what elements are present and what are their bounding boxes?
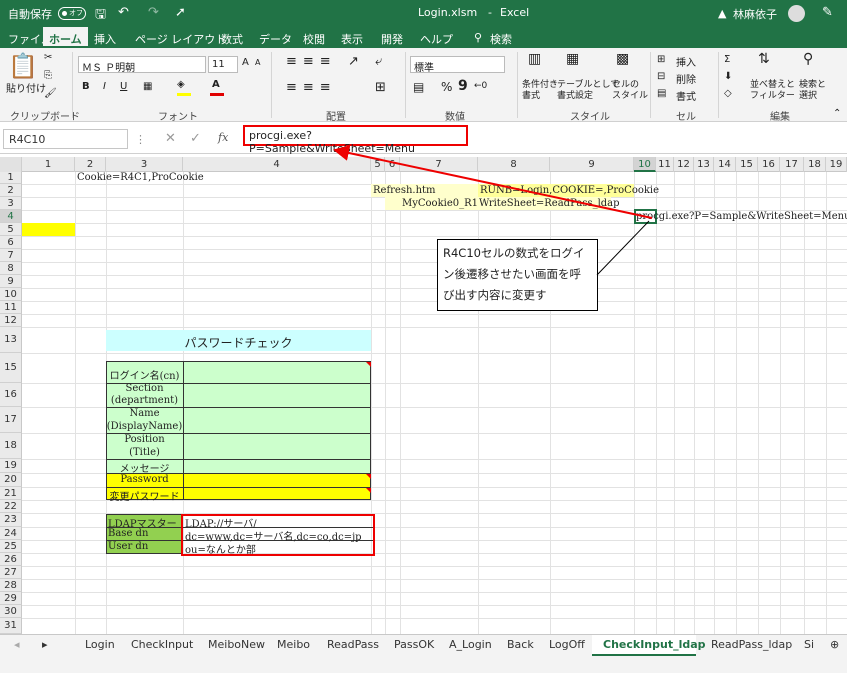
sheet-tab[interactable]: Back [507, 638, 534, 651]
sheet-tab[interactable]: ReadPass [327, 638, 379, 651]
arrow-to-formula [333, 145, 653, 219]
sheet-tab[interactable]: ReadPass_ldap [711, 638, 792, 651]
annotation-arrows [333, 145, 653, 276]
sheet-tab[interactable]: MeiboNew [208, 638, 265, 651]
status-bar [0, 656, 847, 673]
sheet-tab[interactable]: Si [804, 638, 814, 651]
sheet-tab[interactable]: Meibo [277, 638, 310, 651]
sheet-tab[interactable]: A_Login [449, 638, 492, 651]
sheet-tab[interactable]: LogOff [549, 638, 585, 651]
sheet-tab[interactable]: PassOK [394, 638, 434, 651]
sheet-tab[interactable]: CheckInput [131, 638, 193, 651]
scroll-left-icon[interactable]: ◂ [14, 638, 20, 651]
callout-pointer [596, 220, 650, 276]
scroll-right-icon[interactable]: ▸ [42, 638, 48, 651]
sheet-tab[interactable]: Login [85, 638, 115, 651]
add-sheet-icon[interactable]: ⊕ [830, 638, 839, 651]
sheet-tab-bar: ◂ ▸ Login CheckInput MeiboNew Meibo Read… [0, 634, 847, 656]
sheet-tab-active[interactable]: CheckInput_ldap [603, 638, 706, 651]
